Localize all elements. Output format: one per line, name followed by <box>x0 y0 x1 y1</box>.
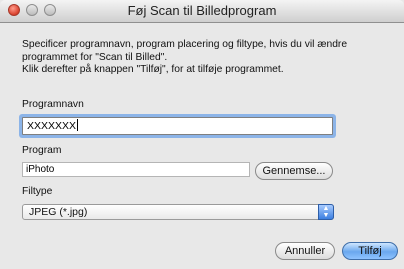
instructions-text: Specificer programnavn, program placerin… <box>22 39 392 77</box>
window-title: Føj Scan til Billedprogram <box>127 3 277 18</box>
updown-arrows-icon: ▲ ▼ <box>318 204 334 220</box>
program-label: Program <box>22 145 62 156</box>
cancel-button[interactable]: Annuller <box>275 242 335 260</box>
add-button[interactable]: Tilføj <box>342 242 398 260</box>
program-name-label: Programnavn <box>22 99 84 110</box>
program-name-input[interactable]: XXXXXXX <box>22 117 333 135</box>
instructions-line-3: Klik derefter på knappen "Tilføj", for a… <box>22 64 284 75</box>
browse-button[interactable]: Gennemse... <box>255 162 333 180</box>
instructions-line-1: Specificer programnavn, program placerin… <box>22 39 348 50</box>
text-caret <box>77 119 79 131</box>
filetype-selected-value: JPEG (*.jpg) <box>29 206 88 218</box>
dialog-window: Føj Scan til Billedprogram Specificer pr… <box>0 0 404 269</box>
title-bar: Føj Scan til Billedprogram <box>0 0 404 23</box>
program-path-field: iPhoto <box>22 162 250 177</box>
program-name-value: XXXXXXX <box>27 120 77 132</box>
instructions-line-2: programmet for "Scan til Billed". <box>22 51 168 63</box>
filetype-select[interactable]: JPEG (*.jpg) ▲ ▼ <box>22 204 334 220</box>
filetype-label: Filtype <box>22 186 53 197</box>
